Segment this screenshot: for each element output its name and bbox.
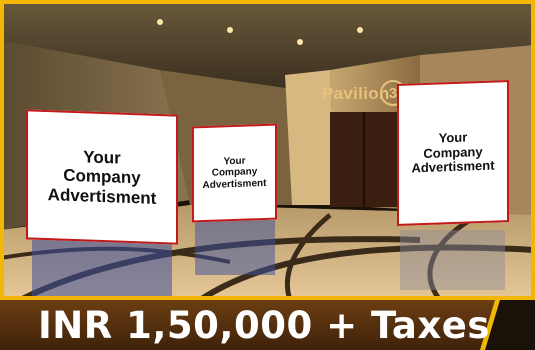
ad-panel-center-text: Your Company Advertisment <box>202 155 267 191</box>
ad-panel-right-text: Your Company Advertisment <box>411 129 495 176</box>
ad-panel-right: Your Company Advertisment <box>397 80 509 226</box>
ad-panel-center: Your Company Advertisment <box>192 123 277 223</box>
ad-panel-left: Your Company Advertisment <box>26 109 178 245</box>
ad-mockup-frame: Pavilion 3 Your Company Advertisment You… <box>0 0 535 350</box>
price-label: INR 1,50,000 + Taxes <box>38 304 490 347</box>
ad-panel-left-text: Your Company Advertisment <box>47 147 157 208</box>
